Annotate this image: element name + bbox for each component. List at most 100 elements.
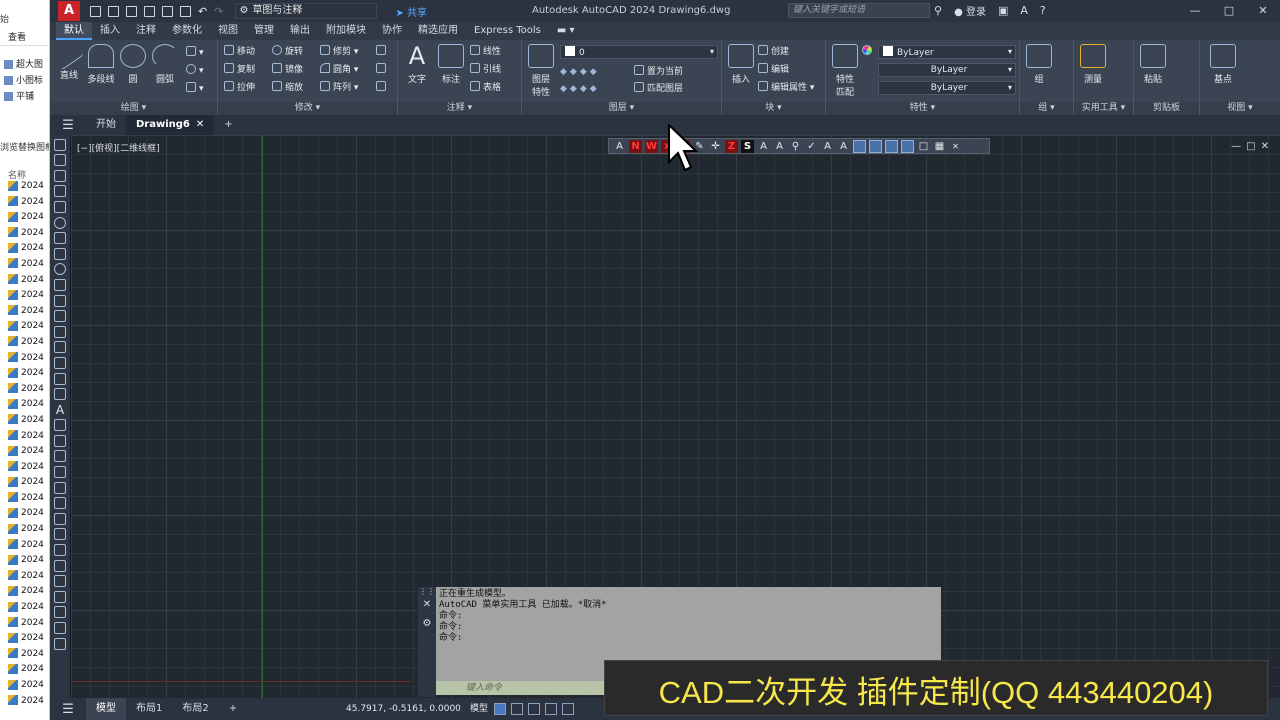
explode-tool[interactable] [376,63,389,77]
ribbon-tab-4[interactable]: 视图 [210,22,246,40]
start-tab[interactable]: 开始 [86,115,126,135]
file-list-item[interactable]: 2024 [0,273,49,289]
gradient-icon[interactable] [54,356,66,369]
spline-icon[interactable] [54,247,66,260]
region-icon[interactable] [54,372,66,385]
ribbon-tab-10[interactable]: Express Tools [466,22,549,40]
grid-a-icon[interactable] [54,450,66,463]
block-panel-title[interactable]: 块 ▾ [722,102,825,115]
save-icon[interactable] [126,5,137,17]
grid-e-icon[interactable] [54,544,66,557]
array-tool[interactable]: 阵列 ▾ [320,81,358,95]
find-text-icon[interactable]: ⚲ [789,140,802,153]
pen-icon[interactable] [54,497,66,510]
trim-tool[interactable]: 修剪 ▾ [320,45,358,59]
draw-panel-title[interactable]: 绘图 ▾ [50,102,217,115]
redo-icon[interactable]: ↷ [214,5,223,18]
add-selected-icon[interactable] [54,419,66,432]
toolbar-close-icon[interactable]: ✕ [949,140,962,153]
copy-tool[interactable]: 复制 [224,63,255,77]
linear-dim-tool[interactable]: 线性 [470,45,501,59]
text-scale-icon[interactable]: A [821,140,834,153]
paste-tool[interactable]: 粘贴 [1136,44,1170,85]
rotate-tool[interactable]: 旋转 [272,45,303,59]
ribbon-overflow-icon[interactable]: ▬ ▾ [549,22,583,40]
view-option-extra-large[interactable]: 超大图 [4,57,43,70]
ribbon-tab-5[interactable]: 管理 [246,22,282,40]
open-folder-icon[interactable] [108,5,119,17]
file-list-item[interactable]: 2024 [0,584,49,600]
pan-icon[interactable] [54,590,66,603]
file-list-item[interactable]: 2024 [0,662,49,678]
file-list-item[interactable]: 2024 [0,538,49,554]
viewport-controls-label[interactable]: [−][俯视][二维线框] [77,141,160,154]
file-list-item[interactable]: 2024 [0,335,49,351]
a360-icon[interactable]: A [1020,4,1028,17]
line-tool[interactable]: 直线 [52,43,86,81]
color-dropdown[interactable]: ByLayer ▾ [878,45,1016,59]
zoom-icon[interactable] [54,559,66,572]
layout2-tab[interactable]: 布局2 [172,698,218,720]
circle-tool[interactable]: 圆 [116,44,150,85]
text-edit-icon[interactable]: A [773,140,786,153]
model-space-toggle[interactable]: 模型 [470,698,488,720]
color-wheel-icon[interactable] [862,45,875,59]
text-tool[interactable]: A 文字 [400,44,434,85]
insert-block-tool[interactable]: 插入 [724,44,758,85]
file-list-item[interactable]: 2024 [0,179,49,195]
explorer-view-tab[interactable]: 查看 [0,30,48,46]
share-button[interactable]: ➤ 共享 [395,4,427,19]
file-list-item[interactable]: 2024 [0,569,49,585]
drag-handle-icon[interactable]: ⋮⋮ [418,587,436,597]
properties-panel-title[interactable]: 特性 ▾ [826,102,1019,115]
file-list-item[interactable]: 2024 [0,351,49,367]
file-list-item[interactable]: 2024 [0,366,49,382]
polygon-icon[interactable] [54,169,66,182]
block-icon[interactable] [54,310,66,323]
file-list-item[interactable]: 2024 [0,678,49,694]
window-icon[interactable] [54,575,66,588]
line-icon[interactable] [54,138,66,151]
plugin-s-icon[interactable]: S [741,139,754,153]
undo-icon[interactable]: ↶ [198,5,207,18]
view-option-small[interactable]: 小图标 [4,73,43,86]
group-tool[interactable]: 组 [1022,44,1056,85]
groups-panel-title[interactable]: 组 ▾ [1020,102,1073,115]
measure-tool[interactable]: 测量 [1076,44,1110,85]
set-current-layer-button[interactable]: 置为当前 [634,65,683,79]
stack-icon-3[interactable] [885,139,898,153]
file-list-item[interactable]: 2024 [0,553,49,569]
drawing-tab[interactable]: Drawing6 ✕ [126,115,215,135]
ellipse-arc-icon[interactable] [54,278,66,291]
file-list-item[interactable]: 2024 [0,210,49,226]
modify-panel-title[interactable]: 修改 ▾ [218,102,397,115]
insert-icon[interactable] [54,294,66,307]
app-menu-button[interactable]: A [58,1,80,21]
file-list-item[interactable]: 2024 [0,429,49,445]
file-list-item[interactable]: 2024 [0,444,49,460]
utilities-panel-title[interactable]: 实用工具 ▾ [1074,102,1133,115]
arc-icon[interactable] [54,200,66,213]
text-frame-icon[interactable]: □ [917,140,930,153]
orbit-icon[interactable] [54,606,66,619]
file-list-item[interactable]: 2024 [0,506,49,522]
ribbon-tab-6[interactable]: 输出 [282,22,318,40]
new-tab-button[interactable]: + [214,115,242,135]
ribbon-tab-2[interactable]: 注释 [128,22,164,40]
grid-d-icon[interactable] [54,528,66,541]
match-layer-button[interactable]: 匹配图层 [634,82,683,96]
ribbon-tab-9[interactable]: 精选应用 [410,22,466,40]
spellcheck-icon[interactable]: ✓ [805,140,818,153]
file-list-item[interactable]: 2024 [0,382,49,398]
text-icon[interactable]: A [54,404,66,416]
ribbon-tab-8[interactable]: 协作 [374,22,410,40]
close-tab-icon[interactable]: ✕ [196,119,204,130]
hatch-icon[interactable] [54,341,66,354]
layer-tool-icons[interactable]: ◆◆◆◆ [560,82,600,96]
grid-c-icon[interactable] [54,512,66,525]
file-list-item[interactable]: 2024 [0,319,49,335]
web-mobile-icon[interactable] [162,5,173,17]
osnap-toggle-icon[interactable] [562,703,574,715]
file-list-item[interactable]: 2024 [0,631,49,647]
grid-toggle-icon[interactable] [494,703,506,715]
